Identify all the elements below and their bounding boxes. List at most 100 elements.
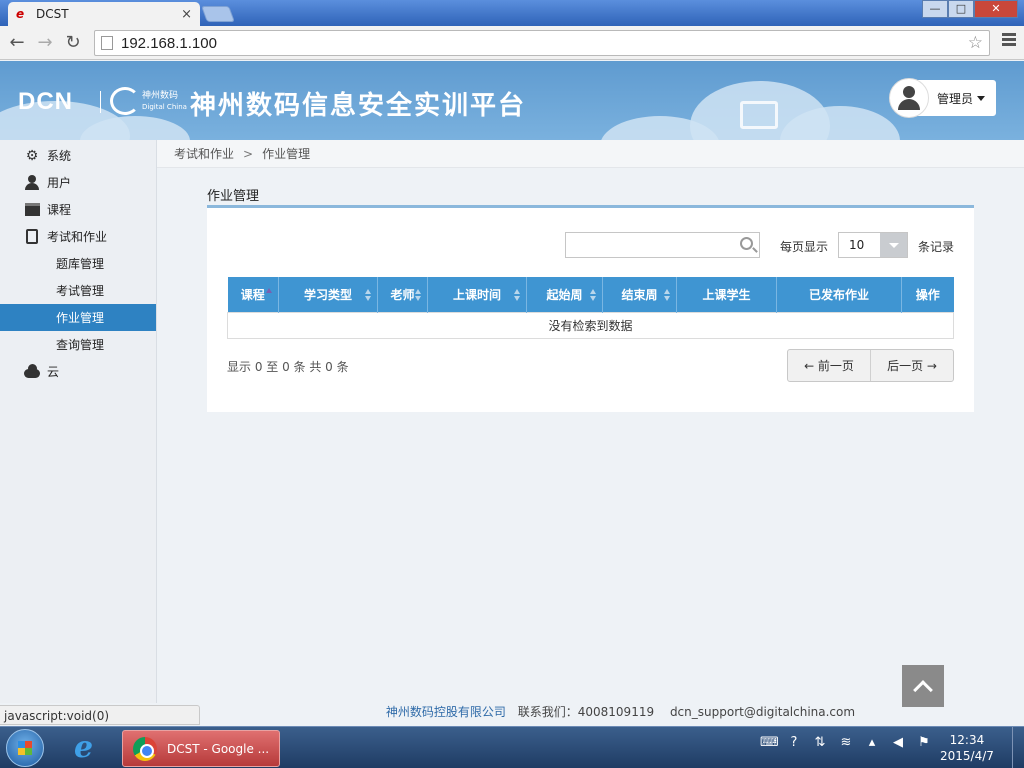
sidebar-item-label: 云: [47, 365, 60, 379]
help-icon[interactable]: ?: [786, 735, 802, 751]
footer: 神州数码控股有限公司 联系我们：4008109119 dcn_support@d…: [157, 703, 1024, 723]
start-button[interactable]: [6, 729, 44, 767]
page-icon: [101, 36, 113, 50]
system-tray: ⌨ ? ⇅ ≋ ▴ ◀ ⚑: [760, 735, 932, 751]
column-header-teacher[interactable]: 老师: [377, 277, 428, 312]
next-page-button[interactable]: 后一页 →: [871, 350, 953, 381]
chevron-down-icon[interactable]: [880, 233, 907, 257]
show-desktop-button[interactable]: [1012, 727, 1024, 768]
close-window-button[interactable]: ✕: [974, 0, 1018, 18]
windows-taskbar: e DCST - Google ... ⌨ ? ⇅ ≋ ▴ ◀ ⚑ 12:34 …: [0, 726, 1024, 768]
dcn-logo: DCN: [18, 88, 73, 115]
tab-close-icon[interactable]: ×: [181, 7, 192, 22]
minimize-button[interactable]: —: [922, 0, 948, 18]
column-header-actions: 操作: [901, 277, 954, 312]
forward-arrow-icon[interactable]: →: [34, 32, 56, 54]
avatar: [889, 78, 929, 118]
homework-panel: 每页显示 10 条记录 课程 学习类型 老师 上课时间 起始周 结束周 上课学生…: [207, 205, 974, 412]
app-header: DCN 神州数码 Digital China 神州数码信息安全实训平台 管理员: [0, 61, 1024, 140]
footer-contact: 联系我们：4008109119: [517, 705, 655, 719]
search-icon[interactable]: [740, 237, 753, 250]
records-label: 条记录: [918, 240, 955, 254]
maximize-button[interactable]: □: [948, 0, 974, 18]
footer-company-link[interactable]: 神州数码控股有限公司: [386, 705, 506, 719]
empty-message: 没有检索到数据: [227, 311, 954, 339]
sidebar-item-label: 用户: [47, 176, 72, 190]
column-header-class-time[interactable]: 上课时间: [427, 277, 527, 312]
sidebar-item-exams[interactable]: 考试和作业: [0, 223, 156, 250]
gear-icon: ⚙: [25, 147, 39, 164]
sidebar-item-label: 考试管理: [56, 284, 105, 298]
sort-asc-icon: [266, 288, 272, 293]
prev-page-button[interactable]: ← 前一页: [788, 350, 871, 381]
internet-explorer-icon[interactable]: e: [74, 733, 104, 763]
taskbar-clock[interactable]: 12:34 2015/4/7: [940, 732, 994, 764]
url-text[interactable]: 192.168.1.100: [121, 35, 217, 52]
wifi-icon[interactable]: ≋: [838, 735, 854, 751]
tab-title: DCST: [36, 7, 69, 21]
scroll-to-top-button[interactable]: [902, 665, 944, 707]
sidebar-item-cloud[interactable]: 云: [0, 358, 156, 385]
sort-icon: [415, 289, 421, 301]
action-center-icon[interactable]: ⚑: [916, 735, 932, 751]
column-header-course[interactable]: 课程: [227, 277, 279, 312]
clock-date: 2015/4/7: [940, 749, 994, 763]
user-icon: [24, 175, 40, 191]
tray-expand-icon[interactable]: ▴: [864, 735, 880, 751]
sidebar-item-homework-management[interactable]: 作业管理: [0, 304, 156, 331]
table-row: 没有检索到数据: [227, 311, 954, 339]
column-header-published-homework: 已发布作业: [776, 277, 902, 312]
search-input[interactable]: [565, 232, 760, 258]
breadcrumb-parent[interactable]: 考试和作业: [174, 145, 234, 162]
keyboard-icon[interactable]: ⌨: [760, 735, 779, 751]
sidebar-item-query-management[interactable]: 查询管理: [0, 331, 156, 358]
reload-icon[interactable]: ↻: [62, 32, 84, 54]
back-arrow-icon[interactable]: ←: [6, 32, 28, 54]
network-icon[interactable]: ⇅: [812, 735, 828, 751]
logo-divider: [100, 91, 101, 113]
course-icon: [24, 202, 40, 218]
new-tab-button[interactable]: [201, 6, 235, 22]
column-header-study-type[interactable]: 学习类型: [278, 277, 378, 312]
taskbar-chrome-button[interactable]: DCST - Google ...: [122, 730, 280, 767]
browser-tab[interactable]: e DCST ×: [8, 2, 200, 26]
user-name: 管理员: [937, 91, 974, 106]
main-content: 作业管理 每页显示 10 条记录 课程 学习类型 老师 上课时间 起始周 结束周…: [157, 169, 1024, 703]
window-controls: — □ ✕: [922, 0, 1018, 18]
volume-icon[interactable]: ◀: [890, 735, 906, 751]
sidebar-item-system[interactable]: ⚙ 系统: [0, 142, 156, 169]
logo-cn-text: 神州数码: [142, 91, 179, 101]
digital-china-logo-icon: [110, 87, 140, 115]
per-page-value: 10: [849, 238, 865, 252]
sidebar-item-label: 题库管理: [56, 257, 105, 271]
sidebar-item-label: 作业管理: [56, 311, 105, 325]
chrome-menu-icon[interactable]: [1002, 33, 1016, 48]
column-header-end-week[interactable]: 结束周: [602, 277, 677, 312]
breadcrumb-current: 作业管理: [262, 147, 311, 161]
chrome-icon: [133, 736, 157, 761]
sidebar-item-question-bank[interactable]: 题库管理: [0, 250, 156, 277]
sidebar-item-label: 查询管理: [56, 338, 105, 352]
sort-icon: [365, 289, 371, 301]
sort-icon: [664, 289, 670, 301]
book-icon: [740, 101, 778, 129]
sidebar-item-label: 考试和作业: [47, 230, 108, 244]
address-bar[interactable]: 192.168.1.100 ☆: [94, 30, 990, 56]
sidebar: ⚙ 系统 用户 课程 考试和作业 题库管理 考试管理 作业管理 查询管理 云: [0, 140, 157, 703]
column-header-start-week[interactable]: 起始周: [526, 277, 603, 312]
per-page-label: 每页显示: [780, 240, 829, 254]
clock-time: 12:34: [949, 733, 985, 747]
homework-table: 课程 学习类型 老师 上课时间 起始周 结束周 上课学生 已发布作业 操作 没有…: [227, 277, 954, 339]
breadcrumb-separator: >: [243, 146, 254, 161]
browser-toolbar: ← → ↻ 192.168.1.100 ☆: [0, 26, 1024, 60]
taskbar-chrome-label: DCST - Google ...: [167, 741, 270, 756]
sort-icon: [514, 289, 520, 301]
bookmark-star-icon[interactable]: ☆: [968, 33, 983, 53]
sidebar-item-users[interactable]: 用户: [0, 169, 156, 196]
per-page-select[interactable]: 10: [838, 232, 908, 258]
user-menu-button[interactable]: 管理员: [889, 78, 996, 118]
browser-tab-bar: e DCST × — □ ✕: [0, 0, 1024, 26]
sidebar-item-exam-management[interactable]: 考试管理: [0, 277, 156, 304]
sidebar-item-courses[interactable]: 课程: [0, 196, 156, 223]
table-header-row: 课程 学习类型 老师 上课时间 起始周 结束周 上课学生 已发布作业 操作: [227, 277, 954, 312]
